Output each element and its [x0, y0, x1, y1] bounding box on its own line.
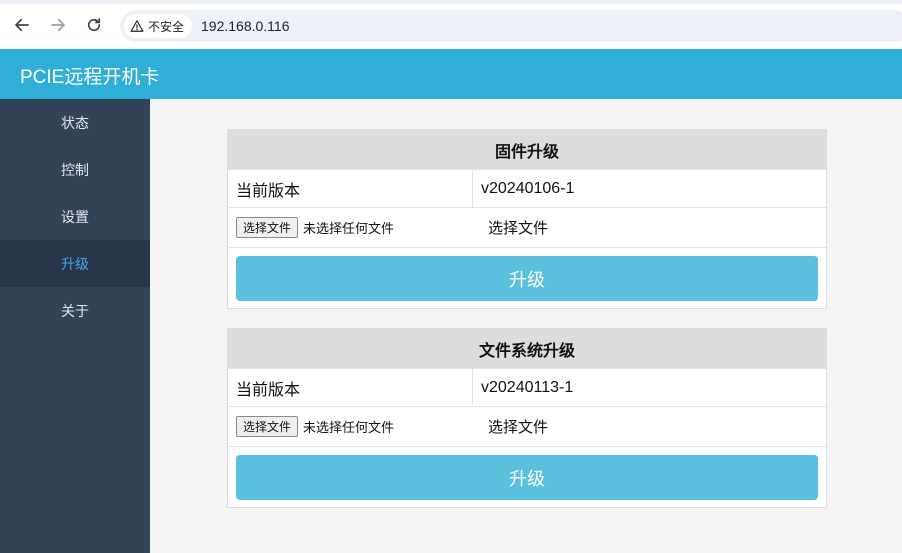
panel-title: 固件升级 — [228, 130, 826, 169]
app-title: PCIE远程开机卡 — [20, 67, 160, 88]
sidebar-item-status[interactable]: 状态 — [0, 99, 150, 146]
choose-file-button[interactable]: 选择文件 — [236, 217, 299, 238]
version-value: v20240113-1 — [481, 378, 574, 396]
sidebar-item-label: 状态 — [61, 115, 89, 132]
app-header: PCIE远程开机卡 — [0, 49, 902, 99]
forward-button[interactable] — [47, 14, 69, 36]
version-value: v20240106-1 — [481, 179, 575, 197]
url-text[interactable]: 192.168.0.116 — [201, 18, 290, 34]
main-content: 固件升级 当前版本 v20240106-1 选择文件 未选择任何文件 选择文件 … — [150, 99, 902, 553]
filesystem-upgrade-panel: 文件系统升级 当前版本 v20240113-1 选择文件 未选择任何文件 选择文… — [227, 328, 827, 508]
warning-icon — [130, 20, 144, 32]
sidebar-item-label: 升级 — [61, 256, 89, 273]
version-label: 当前版本 — [228, 170, 473, 207]
choose-file-button[interactable]: 选择文件 — [236, 416, 299, 437]
version-row: 当前版本 v20240113-1 — [228, 368, 826, 406]
sidebar-item-label: 设置 — [61, 209, 89, 226]
file-row: 选择文件 未选择任何文件 选择文件 — [228, 207, 826, 247]
sidebar-item-label: 关于 — [61, 303, 89, 320]
panel-title: 文件系统升级 — [228, 329, 826, 368]
file-status: 未选择任何文件 — [303, 421, 395, 436]
sidebar-item-settings[interactable]: 设置 — [0, 193, 150, 240]
security-label: 不安全 — [148, 19, 185, 34]
file-label: 选择文件 — [488, 418, 549, 436]
sidebar-item-upgrade[interactable]: 升级 — [0, 240, 150, 287]
version-label: 当前版本 — [228, 369, 473, 406]
security-indicator[interactable]: 不安全 — [124, 14, 193, 38]
file-label: 选择文件 — [488, 219, 549, 237]
arrow-left-icon — [15, 18, 29, 32]
firmware-upgrade-button[interactable]: 升级 — [236, 256, 818, 301]
arrow-right-icon — [51, 18, 65, 32]
back-button[interactable] — [11, 14, 33, 36]
filesystem-upgrade-button[interactable]: 升级 — [236, 455, 818, 500]
sidebar: 状态 控制 设置 升级 关于 — [0, 99, 150, 553]
upgrade-button-wrap: 升级 — [228, 446, 826, 507]
sidebar-item-control[interactable]: 控制 — [0, 146, 150, 193]
version-row: 当前版本 v20240106-1 — [228, 169, 826, 207]
reload-icon — [87, 18, 101, 32]
file-row: 选择文件 未选择任何文件 选择文件 — [228, 406, 826, 446]
sidebar-item-label: 控制 — [61, 162, 89, 179]
reload-button[interactable] — [83, 14, 105, 36]
sidebar-item-about[interactable]: 关于 — [0, 287, 150, 334]
address-bar[interactable]: 不安全 192.168.0.116 — [120, 10, 902, 42]
file-status: 未选择任何文件 — [303, 222, 395, 237]
browser-toolbar: 不安全 192.168.0.116 — [0, 0, 902, 49]
upgrade-button-wrap: 升级 — [228, 247, 826, 308]
firmware-upgrade-panel: 固件升级 当前版本 v20240106-1 选择文件 未选择任何文件 选择文件 … — [227, 129, 827, 309]
